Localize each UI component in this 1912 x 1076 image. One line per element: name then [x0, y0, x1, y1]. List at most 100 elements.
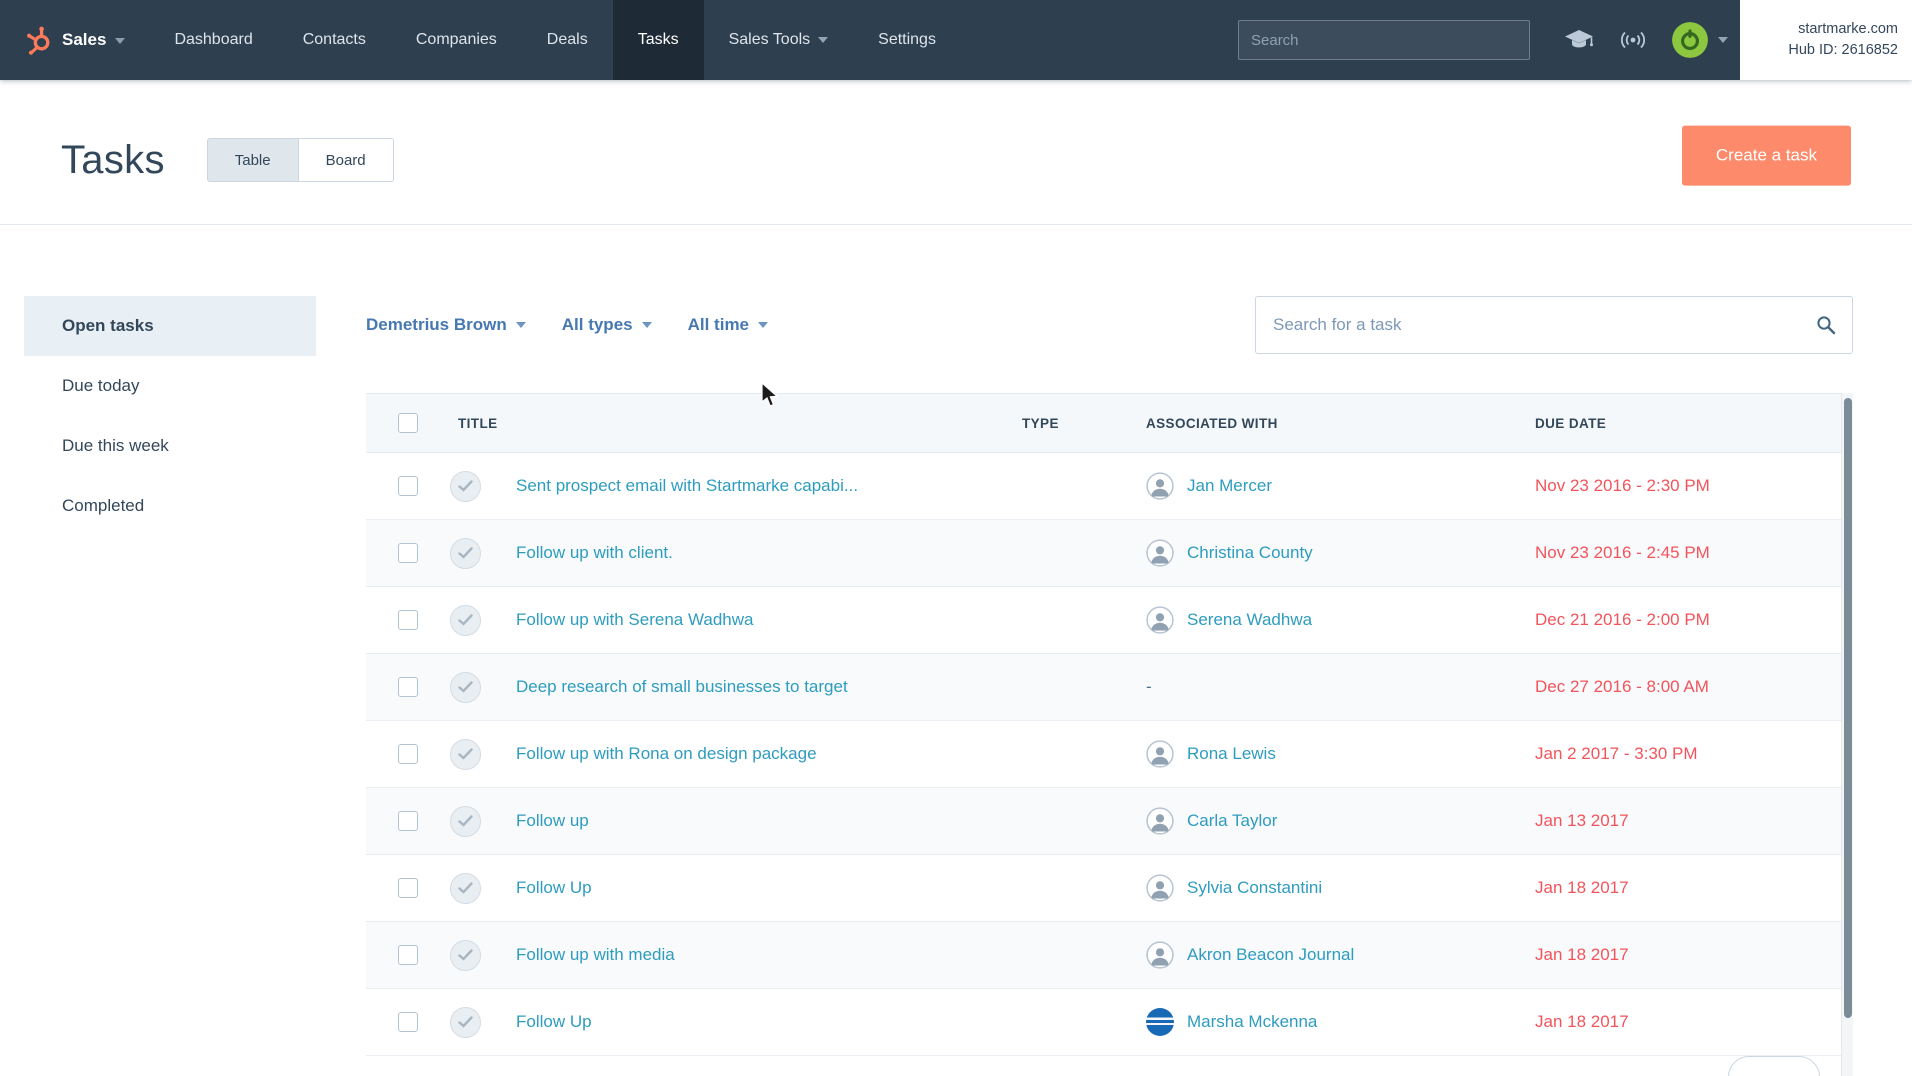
- nav-item-deals[interactable]: Deals: [522, 0, 613, 80]
- row-checkbox[interactable]: [398, 1012, 418, 1032]
- nav-item-tasks[interactable]: Tasks: [612, 0, 704, 80]
- nav-item-dashboard[interactable]: Dashboard: [149, 0, 277, 80]
- account-hub-id: Hub ID: 2616852: [1788, 42, 1898, 58]
- contact-avatar-icon: [1146, 539, 1174, 567]
- associated-contact-link[interactable]: Marsha Mckenna: [1187, 1012, 1317, 1032]
- complete-task-button[interactable]: [450, 671, 481, 703]
- academy-icon[interactable]: [1564, 28, 1594, 52]
- task-title-link[interactable]: Follow up with client.: [516, 543, 673, 562]
- owner-filter-dropdown[interactable]: Demetrius Brown: [366, 315, 526, 335]
- complete-task-button[interactable]: [450, 939, 481, 971]
- table-row: Follow up with media Akron Beacon Journa…: [366, 922, 1853, 989]
- due-date: Jan 2 2017 - 3:30 PM: [1535, 744, 1698, 763]
- nav-item-contacts[interactable]: Contacts: [278, 0, 391, 80]
- checkmark-icon: [458, 882, 473, 894]
- sidebar-item-due-this-week[interactable]: Due this week: [24, 416, 316, 476]
- hubspot-logo-icon: [27, 26, 50, 55]
- chevron-down-icon: [641, 322, 652, 328]
- column-header-due-date[interactable]: DUE DATE: [1535, 416, 1853, 431]
- nav-item-sales-tools[interactable]: Sales Tools: [704, 0, 854, 80]
- chevron-down-icon: [758, 322, 769, 328]
- task-title-link[interactable]: Sent prospect email with Startmarke capa…: [516, 476, 858, 495]
- top-navbar: Sales Dashboard Contacts Companies Deals…: [0, 0, 1912, 80]
- complete-task-button[interactable]: [450, 537, 481, 569]
- type-filter-dropdown[interactable]: All types: [562, 315, 652, 335]
- associated-contact-link[interactable]: Serena Wadhwa: [1187, 610, 1312, 630]
- checkmark-icon: [458, 547, 473, 559]
- table-row: Follow up Carla Taylor Jan 13 2017: [366, 788, 1853, 855]
- pagination-control[interactable]: [1728, 1056, 1820, 1076]
- row-checkbox[interactable]: [398, 543, 418, 563]
- time-filter-label: All time: [687, 315, 750, 334]
- table-row: Follow Up Marsha Mckenna Jan 18 2017: [366, 989, 1853, 1056]
- tasks-table: TITLE TYPE ASSOCIATED WITH DUE DATE Sent…: [366, 393, 1853, 1056]
- task-search-input[interactable]: [1255, 296, 1853, 354]
- page-title: Tasks: [61, 137, 165, 182]
- complete-task-button[interactable]: [450, 470, 481, 502]
- task-title-link[interactable]: Follow up with media: [516, 945, 675, 964]
- column-header-associated-with[interactable]: ASSOCIATED WITH: [1146, 416, 1535, 431]
- complete-task-button[interactable]: [450, 805, 481, 837]
- filters-row: Demetrius Brown All types All time: [366, 296, 769, 354]
- account-chevron-down-icon[interactable]: [1718, 37, 1728, 43]
- task-views-sidebar: Open tasks Due today Due this week Compl…: [24, 296, 316, 536]
- task-title-link[interactable]: Follow up: [516, 811, 589, 830]
- scrollbar-thumb[interactable]: [1844, 398, 1852, 1018]
- type-filter-label: All types: [561, 315, 633, 334]
- time-filter-dropdown[interactable]: All time: [687, 315, 769, 335]
- column-header-type[interactable]: TYPE: [1022, 416, 1146, 431]
- account-panel[interactable]: startmarke.com Hub ID: 2616852: [1740, 0, 1912, 80]
- nav-item-settings[interactable]: Settings: [853, 0, 961, 80]
- task-title-link[interactable]: Follow Up: [516, 878, 592, 897]
- no-association: -: [1146, 677, 1152, 696]
- associated-contact-link[interactable]: Akron Beacon Journal: [1187, 945, 1354, 965]
- table-scrollbar[interactable]: [1841, 393, 1853, 1076]
- sidebar-item-due-today[interactable]: Due today: [24, 356, 316, 416]
- row-checkbox[interactable]: [398, 677, 418, 697]
- associated-contact-link[interactable]: Jan Mercer: [1187, 476, 1272, 496]
- global-search-input[interactable]: [1238, 20, 1530, 60]
- task-title-link[interactable]: Follow up with Serena Wadhwa: [516, 610, 754, 629]
- task-title-link[interactable]: Deep research of small businesses to tar…: [516, 677, 848, 696]
- nav-item-companies[interactable]: Companies: [391, 0, 522, 80]
- table-row: Sent prospect email with Startmarke capa…: [366, 453, 1853, 520]
- associated-contact-link[interactable]: Carla Taylor: [1187, 811, 1277, 831]
- due-date: Dec 21 2016 - 2:00 PM: [1535, 610, 1710, 629]
- search-icon[interactable]: [1816, 315, 1836, 335]
- due-date: Dec 27 2016 - 8:00 AM: [1535, 677, 1709, 696]
- account-domain: startmarke.com: [1798, 21, 1898, 37]
- row-checkbox[interactable]: [398, 811, 418, 831]
- sidebar-item-label: Due today: [62, 376, 140, 395]
- brand-menu[interactable]: Sales: [26, 26, 126, 55]
- task-title-link[interactable]: Follow Up: [516, 1012, 592, 1031]
- row-checkbox[interactable]: [398, 610, 418, 630]
- table-body: Sent prospect email with Startmarke capa…: [366, 453, 1853, 1056]
- sidebar-item-completed[interactable]: Completed: [24, 476, 316, 536]
- complete-task-button[interactable]: [450, 738, 481, 770]
- complete-task-button[interactable]: [450, 1006, 481, 1038]
- board-view-button[interactable]: Board: [298, 138, 394, 182]
- create-task-button[interactable]: Create a task: [1681, 125, 1851, 186]
- complete-task-button[interactable]: [450, 604, 481, 636]
- task-title-link[interactable]: Follow up with Rona on design package: [516, 744, 817, 763]
- checkmark-icon: [458, 748, 473, 760]
- complete-task-button[interactable]: [450, 872, 481, 904]
- due-date: Nov 23 2016 - 2:30 PM: [1535, 476, 1710, 495]
- select-all-checkbox[interactable]: [398, 413, 418, 433]
- row-checkbox[interactable]: [398, 945, 418, 965]
- user-avatar[interactable]: [1672, 22, 1708, 58]
- sidebar-item-label: Open tasks: [62, 316, 154, 335]
- row-checkbox[interactable]: [398, 744, 418, 764]
- associated-contact-link[interactable]: Sylvia Constantini: [1187, 878, 1322, 898]
- column-header-title[interactable]: TITLE: [450, 416, 1022, 431]
- due-date: Nov 23 2016 - 2:45 PM: [1535, 543, 1710, 562]
- sidebar-item-label: Due this week: [62, 436, 169, 455]
- row-checkbox[interactable]: [398, 476, 418, 496]
- broadcast-icon[interactable]: [1618, 28, 1648, 52]
- sidebar-item-open-tasks[interactable]: Open tasks: [24, 296, 316, 356]
- row-checkbox[interactable]: [398, 878, 418, 898]
- chevron-down-icon: [515, 322, 526, 328]
- associated-contact-link[interactable]: Christina County: [1187, 543, 1313, 563]
- associated-contact-link[interactable]: Rona Lewis: [1187, 744, 1276, 764]
- table-view-button[interactable]: Table: [206, 138, 299, 182]
